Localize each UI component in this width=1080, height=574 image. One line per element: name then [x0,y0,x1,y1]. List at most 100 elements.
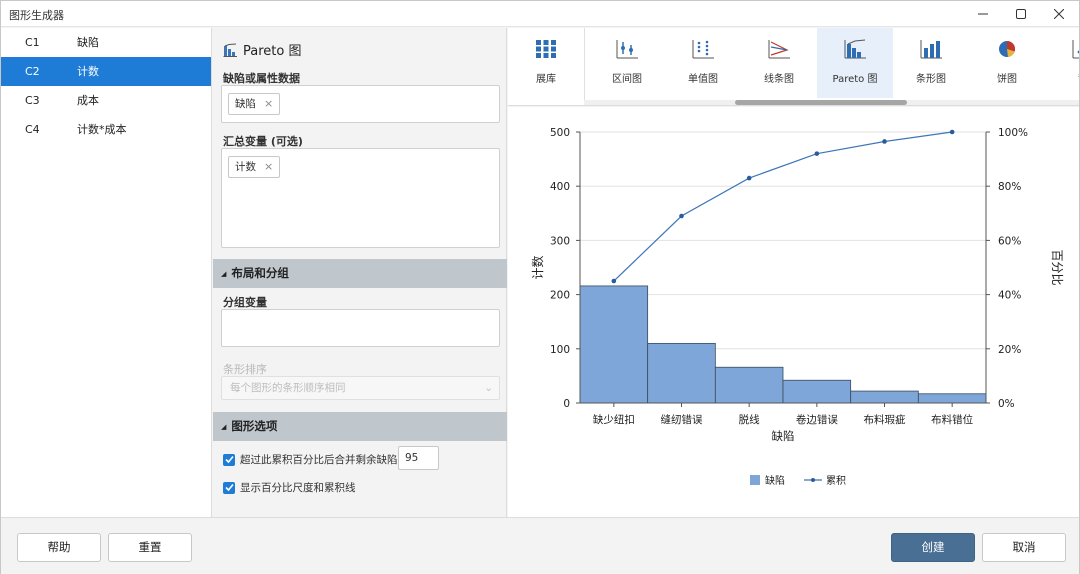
config-panel: Pareto 图 缺陷或属性数据 缺陷 × 汇总变量 (可选) 计数 × ◢ 布局… [213,28,507,517]
pareto-bar [579,285,649,404]
legend-line-marker [811,478,815,482]
collapse-triangle-icon: ◢ [221,270,227,278]
variable-row[interactable]: C4 计数*成本 [1,115,211,144]
cumulative-point [949,129,955,135]
x-tick-label: 布料瑕疵 [864,413,906,426]
close-button[interactable] [1040,1,1078,27]
x-tick-label: 布料错位 [931,413,973,426]
gallery-item-scatter[interactable]: 散 [1045,28,1079,98]
defect-chip[interactable]: 缺陷 × [228,93,281,115]
variable-row[interactable]: C1 缺陷 [1,28,211,57]
panel-title-text: Pareto 图 [243,44,302,59]
minimize-button[interactable] [964,1,1002,27]
gallery-item-pie[interactable]: 饼图 [969,28,1045,98]
x-tick-label: 缝纫错误 [661,413,703,426]
defect-label: 缺陷或属性数据 [223,72,300,85]
combine-checkbox-row[interactable]: 超过此累积百分比后合并剩余缺陷: [223,452,401,467]
gallery-item-bar[interactable]: 条形图 [893,28,969,98]
gallery-label: Pareto 图 [832,74,878,85]
y2-tick-label: 60% [998,235,1021,247]
graph-gallery: 展库 区间图 单值图 线条图 Pareto 图 条形图 饼图 [508,28,1079,106]
checkbox[interactable] [223,453,235,466]
legend-line-label: 累积 [826,475,846,487]
footer-bar: 帮助 重置 创建 取消 [1,517,1079,574]
window-title: 图形生成器 [9,9,64,22]
defect-field[interactable]: 缺陷 × [221,85,500,123]
group-field[interactable] [221,309,500,347]
summary-field[interactable]: 计数 × [221,148,500,248]
y2-tick-label: 100% [998,127,1028,139]
gallery-item-line[interactable]: 线条图 [741,28,817,98]
x-tick-label: 缺少纽扣 [593,413,635,426]
gallery-scrollbar[interactable] [584,100,1079,105]
remove-icon[interactable]: × [264,94,273,114]
chip-label: 缺陷 [235,98,256,110]
y2-tick-label: 20% [998,344,1021,356]
individual-value-plot-icon [692,40,714,59]
cumulative-line [613,131,953,282]
pareto-bar [850,390,919,404]
variable-id: C4 [25,123,40,136]
y2-tick-label: 40% [998,290,1021,302]
gallery-item-interval[interactable]: 区间图 [589,28,665,98]
options-section-header[interactable]: ◢ 图形选项 [213,412,507,441]
y2-axis-title: 百分比 [1050,249,1064,285]
panel-title: Pareto 图 [223,40,301,59]
reset-button[interactable]: 重置 [108,533,192,562]
pareto-chart: 0 100 200 300 400 500 0% 20% 40% 60% 80% 100% 缺少纽扣 缝纫… [530,127,1064,487]
checkbox[interactable] [223,481,235,494]
variable-row[interactable]: C2 计数 [1,57,211,86]
maximize-icon [1016,9,1026,19]
pareto-bar [782,379,852,404]
variable-id: C1 [25,36,40,49]
chevron-down-icon: ⌄ [484,382,493,394]
scatter-icon [1072,40,1079,59]
y-tick-label: 400 [550,181,570,193]
pareto-icon [844,39,866,59]
help-button[interactable]: 帮助 [17,533,101,562]
group-label: 分组变量 [223,296,267,309]
scrollbar-thumb[interactable] [735,100,907,105]
section-title: 图形选项 [231,419,278,433]
check-icon [224,483,234,492]
cumulative-point [882,139,887,144]
gallery-item-library[interactable]: 展库 [508,28,584,98]
combine-percent-input[interactable]: 95 [398,446,439,470]
bar-order-dropdown[interactable]: 每个图形的条形顺序相同 ⌄ [221,376,500,400]
x-axis-title: 缺陷 [772,429,795,443]
summary-chip[interactable]: 计数 × [228,156,281,178]
gallery-item-pareto[interactable]: Pareto 图 [817,28,893,98]
section-title: 布局和分组 [231,266,289,280]
gallery-label: 展库 [536,74,556,85]
y-tick-label: 100 [550,344,570,356]
variable-name: 缺陷 [77,36,99,49]
cancel-button[interactable]: 取消 [982,533,1066,562]
y-tick-label: 0 [563,398,570,410]
maximize-button[interactable] [1002,1,1040,27]
y2-tick-label: 80% [998,181,1021,193]
pareto-bar [917,393,987,404]
check-icon [224,455,234,464]
gallery-item-individual-value[interactable]: 单值图 [665,28,741,98]
chip-label: 计数 [235,161,256,173]
gallery-label: 区间图 [612,74,642,85]
y-tick-label: 300 [550,235,570,247]
show-percent-checkbox-row[interactable]: 显示百分比尺度和累积线 [223,480,356,495]
summary-label: 汇总变量 (可选) [223,135,303,148]
variable-row[interactable]: C3 成本 [1,86,211,115]
bar-chart-icon [920,40,942,59]
cumulative-point [746,175,752,181]
close-icon [1054,9,1064,19]
gallery-label: 线条图 [764,74,794,85]
legend-bar-label: 缺陷 [765,474,785,487]
combine-label: 超过此累积百分比后合并剩余缺陷: [240,454,402,466]
remove-icon[interactable]: × [264,157,273,177]
create-button[interactable]: 创建 [891,533,975,562]
layout-section-header[interactable]: ◢ 布局和分组 [213,259,507,288]
collapse-triangle-icon: ◢ [221,423,227,431]
variable-list: C1 缺陷 C2 计数 C3 成本 C4 计数*成本 [1,28,212,517]
line-plot-icon [768,40,790,59]
bar-order-label: 条形排序 [223,363,267,376]
gallery-label: 饼图 [997,74,1017,85]
cumulative-point [679,213,684,219]
